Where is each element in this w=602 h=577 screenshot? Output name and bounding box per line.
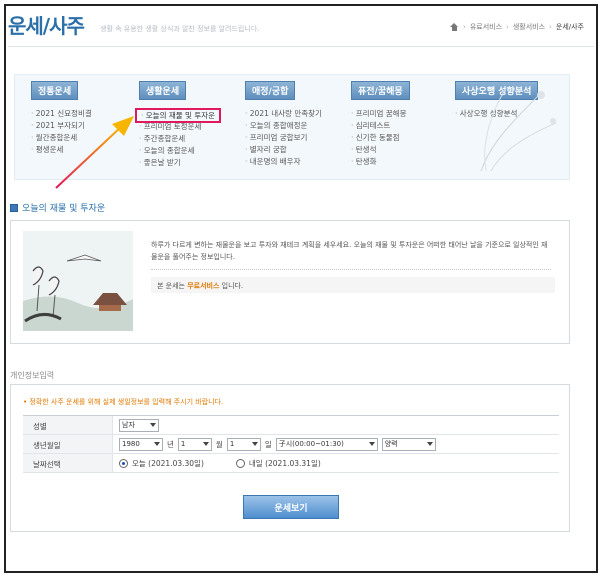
breadcrumb-item[interactable]: 생활서비스: [513, 22, 545, 32]
form-row-birth: 생년월일 1980 년 1 월 1 일 子시(00:00~01:30) 양력: [23, 435, 559, 454]
date-label: 날짜선택: [23, 454, 113, 472]
personal-info-box: • 정확한 사주 운세를 위해 실제 생일정보를 입력해 주시기 바랍니다. 성…: [10, 384, 570, 532]
gender-label: 성별: [23, 416, 113, 434]
category-item[interactable]: 오늘의 종합애정운: [245, 120, 322, 132]
chevron-down-icon: [150, 423, 156, 427]
category-item[interactable]: 탄생석: [351, 144, 410, 156]
gender-select[interactable]: 남자: [119, 418, 159, 432]
category-header[interactable]: 생활운세: [139, 81, 187, 100]
personal-info-form: 성별 남자 생년월일 1980 년 1 월 1 일 子시(00:00~01:30…: [23, 415, 559, 473]
category-item[interactable]: 심리테스트: [351, 120, 410, 132]
free-service-label: 무료서비스: [187, 282, 220, 290]
category-item[interactable]: 프리미엄 꿈해몽: [351, 108, 410, 120]
page-description: 생활 속 유용한 생활 상식과 알찬 정보를 알려드립니다.: [100, 25, 260, 33]
birth-month-select[interactable]: 1: [177, 437, 212, 451]
breadcrumb-separator: ›: [506, 23, 509, 31]
dotted-divider: [151, 269, 551, 270]
form-row-gender: 성별 남자: [23, 416, 559, 435]
breadcrumb: › 유료서비스 › 생활서비스 › 운세/사주: [450, 22, 584, 32]
chevron-down-icon: [202, 442, 209, 446]
breadcrumb-separator: ›: [549, 23, 552, 31]
birth-label: 생년월일: [23, 435, 113, 453]
orchid-decoration-image: [480, 87, 557, 172]
calendar-type-select[interactable]: 양력: [381, 437, 436, 451]
birth-year-select[interactable]: 1980: [119, 437, 163, 451]
year-unit: 년: [167, 439, 174, 449]
radio-selected-icon[interactable]: [119, 458, 128, 468]
input-warning: • 정확한 사주 운세를 위해 실제 생일정보를 입력해 주시기 바랍니다.: [23, 398, 224, 406]
category-header[interactable]: 퓨전/꿈해몽: [351, 81, 410, 100]
month-unit: 월: [215, 439, 223, 449]
category-header[interactable]: 정통운세: [31, 81, 79, 100]
chevron-down-icon: [426, 442, 433, 446]
category-column: 애정/궁합 2021 내사랑 만족찾기 오늘의 종합애정운 프리미엄 궁합보기 …: [245, 81, 322, 168]
date-option-today[interactable]: 오늘 (2021.03.30일): [119, 458, 204, 469]
category-header[interactable]: 애정/궁합: [245, 81, 296, 100]
header-divider: [8, 46, 594, 47]
category-column: 생활운세 오늘의 재물 및 투자운 프리미엄 토정운세 주간종합운세 오늘의 종…: [135, 81, 222, 169]
chevron-down-icon: [251, 442, 258, 446]
breadcrumb-separator: ›: [463, 23, 466, 31]
cranes-illustration-image: [23, 231, 133, 331]
birth-day-select[interactable]: 1: [226, 437, 261, 451]
birth-hour-select[interactable]: 子시(00:00~01:30): [275, 437, 378, 451]
date-option-tomorrow[interactable]: 내일 (2021.03.31일): [235, 458, 321, 469]
category-item[interactable]: 별자리 궁합: [245, 144, 322, 156]
free-service-notice: 본 운세는 무료서비스 입니다.: [151, 277, 555, 293]
category-column: 퓨전/꿈해몽 프리미엄 꿈해몽 심리테스트 신기한 동물점 탄생석 탄생화: [351, 81, 410, 168]
page-title: 운세/사주: [8, 14, 85, 38]
category-item[interactable]: 좋은날 받기: [139, 157, 221, 169]
bullet-square-icon: [10, 203, 18, 212]
category-item[interactable]: 오늘의 종합운세: [139, 145, 221, 157]
chevron-down-icon: [154, 442, 160, 446]
breadcrumb-current: 운세/사주: [555, 23, 584, 31]
arrow-annotation-icon: [55, 116, 134, 189]
category-item[interactable]: 신기한 동물점: [351, 132, 410, 144]
category-item[interactable]: 주간종합운세: [139, 133, 221, 145]
chevron-down-icon: [368, 442, 375, 446]
section-title: 오늘의 재물 및 투자운: [10, 201, 105, 214]
home-icon[interactable]: [450, 23, 459, 31]
category-item[interactable]: 프리미엄 궁합보기: [245, 132, 322, 144]
day-unit: 일: [264, 439, 272, 449]
fortune-info-box: 하루가 다르게 변하는 재물운을 보고 투자와 재테크 계획을 세우세요. 오늘…: [10, 220, 570, 344]
form-row-date: 날짜선택 오늘 (2021.03.30일) 내일 (2021.03.31일): [23, 454, 559, 473]
category-item[interactable]: 내운명의 배우자: [245, 156, 322, 168]
breadcrumb-item[interactable]: 유료서비스: [470, 22, 502, 32]
radio-icon[interactable]: [235, 458, 245, 468]
category-item[interactable]: 탄생화: [351, 156, 410, 168]
personal-info-title: 개인정보입력: [10, 371, 55, 380]
fortune-description: 하루가 다르게 변하는 재물운을 보고 투자와 재테크 계획을 세우세요. 오늘…: [151, 241, 548, 261]
category-item[interactable]: 2021 내사랑 만족찾기: [245, 108, 322, 120]
fortune-submit-button[interactable]: 운세보기: [243, 495, 339, 519]
